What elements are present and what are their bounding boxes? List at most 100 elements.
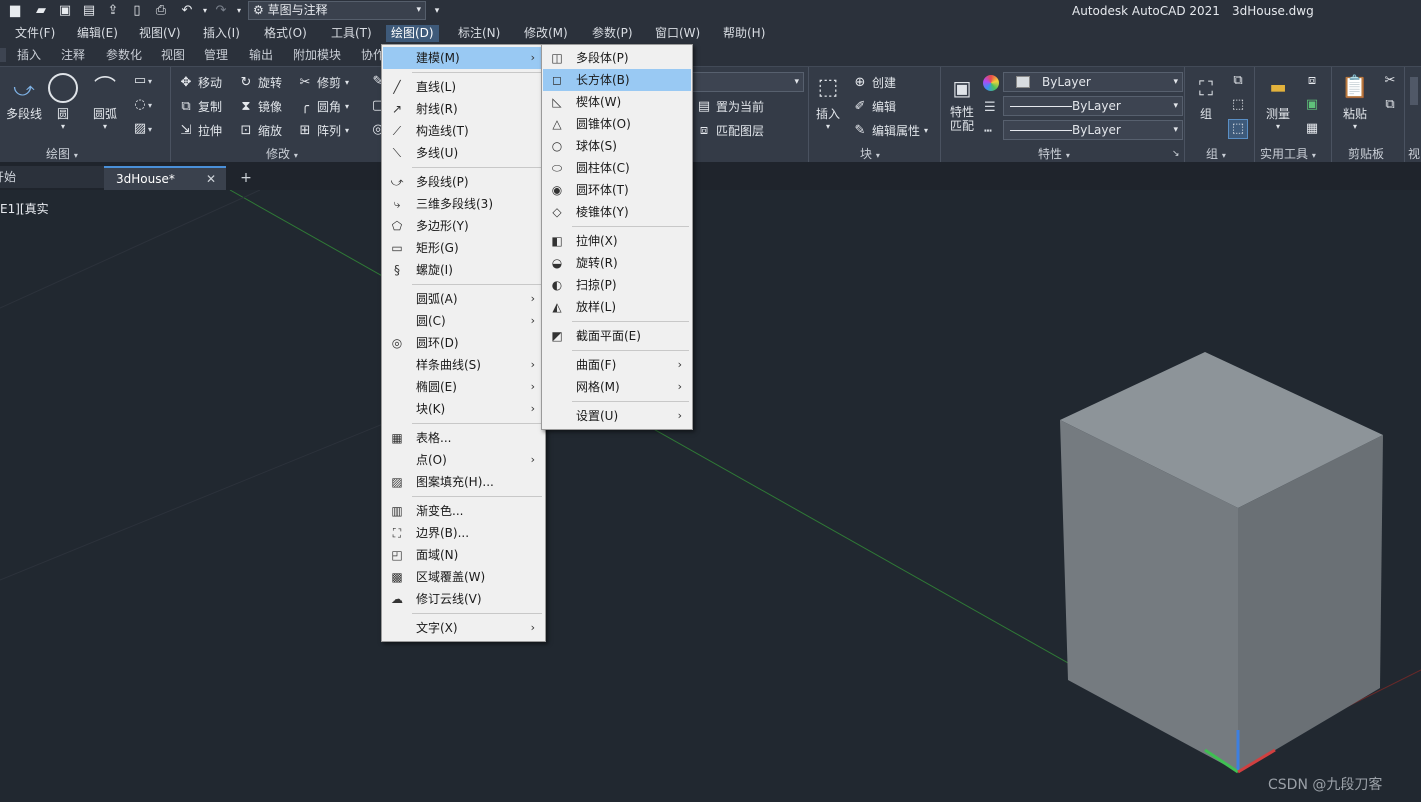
menu-item[interactable]: ╱ 直线(L) — [383, 76, 544, 98]
cut-icon[interactable]: ✂ — [1382, 73, 1398, 89]
menu-item[interactable]: 圆(C) › — [383, 310, 544, 332]
ellipse-tool[interactable]: ◌ ▾ — [132, 97, 152, 113]
rotate-button[interactable]: ↻ 旋转 — [238, 74, 282, 91]
set-current-button[interactable]: ▤ 置为当前 — [696, 98, 764, 115]
layer-dropdown[interactable]: ▾ — [690, 72, 804, 92]
menu-format[interactable]: 格式(O) — [259, 25, 312, 42]
menu-draw[interactable]: 绘图(D) — [386, 25, 439, 42]
create-block-button[interactable]: ⊕ 创建 — [852, 74, 896, 91]
menu-item[interactable]: ◉ 圆环体(T) — [543, 179, 691, 201]
tab-parametric[interactable]: 参数化 — [106, 47, 142, 64]
paste-button[interactable]: 📋 粘贴 ▾ — [1338, 71, 1372, 131]
panel-title-properties[interactable]: 特性 ▾ — [1038, 146, 1070, 162]
drawing-viewport[interactable]: E1][真实 CSDN @九段刀客 — [0, 190, 1421, 802]
menu-item[interactable]: ◒ 旋转(R) — [543, 252, 691, 274]
menu-insert[interactable]: 插入(I) — [198, 25, 245, 42]
menu-edit[interactable]: 编辑(E) — [72, 25, 123, 42]
ungroup-icon[interactable]: ⧉ — [1230, 73, 1246, 89]
properties-launcher-icon[interactable]: ↘ — [1172, 149, 1180, 159]
menu-item[interactable]: ↗ 射线(R) — [383, 98, 544, 120]
insert-block-button[interactable]: ⬚ 插入 ▾ — [812, 71, 844, 131]
calculator-icon[interactable]: ▦ — [1304, 121, 1320, 137]
menu-item[interactable]: ⤷ 三维多段线(3) — [383, 193, 544, 215]
move-button[interactable]: ✥ 移动 — [178, 74, 222, 91]
panel-title-clipboard[interactable]: 剪贴板 — [1348, 146, 1384, 162]
menu-item[interactable]: ☁ 修订云线(V) — [383, 588, 544, 610]
viewport-label[interactable]: E1][真实 — [0, 200, 49, 217]
menu-help[interactable]: 帮助(H) — [718, 25, 770, 42]
redo-icon[interactable]: ↷ — [212, 2, 230, 20]
match-properties-button[interactable]: ▣ 特性 匹配 — [946, 71, 978, 133]
menu-item[interactable]: ⟍ 多线(U) — [383, 142, 544, 164]
lineweight-dropdown[interactable]: ByLayer ▾ — [1003, 96, 1183, 116]
edit-attributes-button[interactable]: ✎ 编辑属性 ▾ — [852, 122, 928, 139]
group-select-icon[interactable]: ⬚ — [1228, 119, 1248, 139]
menu-item[interactable]: 样条曲线(S) › — [383, 354, 544, 376]
menu-item[interactable]: ⬠ 多边形(Y) — [383, 215, 544, 237]
menu-item[interactable]: 文字(X) › — [383, 617, 544, 639]
menu-item[interactable]: ▦ 表格... — [383, 427, 544, 449]
menu-view[interactable]: 视图(V) — [134, 25, 186, 42]
select-all-icon[interactable]: ▣ — [1304, 97, 1320, 113]
menu-item[interactable]: 点(O) › — [383, 449, 544, 471]
match-layer-button[interactable]: ⧈ 匹配图层 — [696, 122, 764, 139]
menu-item[interactable]: 设置(U) › — [543, 405, 691, 427]
saveas-icon[interactable]: ▤ — [80, 2, 98, 20]
menu-item[interactable]: ◇ 棱锥体(Y) — [543, 201, 691, 223]
menu-parametric[interactable]: 参数(P) — [587, 25, 638, 42]
share-icon[interactable]: ▯ — [128, 2, 146, 20]
stretch-button[interactable]: ⇲ 拉伸 — [178, 122, 222, 139]
mirror-button[interactable]: ⧗ 镜像 — [238, 98, 282, 115]
menu-item[interactable]: 网格(M) › — [543, 376, 691, 398]
tab-output[interactable]: 输出 — [249, 47, 273, 64]
group-button[interactable]: ⛶ 组 — [1190, 71, 1222, 122]
panel-title-groups[interactable]: 组 ▾ — [1206, 146, 1226, 162]
panel-title-draw[interactable]: 绘图 ▾ — [46, 146, 78, 162]
menu-item[interactable]: ⬭ 圆柱体(C) — [543, 157, 691, 179]
tab-3dhouse[interactable]: 3dHouse* ✕ — [104, 166, 226, 190]
panel-title-utilities[interactable]: 实用工具 ▾ — [1260, 146, 1316, 162]
undo-icon[interactable]: ↶ — [178, 2, 196, 20]
menu-file[interactable]: 文件(F) — [10, 25, 60, 42]
panel-title-modify[interactable]: 修改 ▾ — [266, 146, 298, 162]
tab-insert[interactable]: 插入 — [17, 47, 41, 64]
menu-item[interactable]: ○ 球体(S) — [543, 135, 691, 157]
scale-button[interactable]: ⊡ 缩放 — [238, 122, 282, 139]
panel-title-view[interactable]: 视 — [1408, 146, 1420, 162]
redo-dropdown-icon[interactable]: ▾ — [230, 2, 248, 20]
menu-item[interactable]: ▩ 区域覆盖(W) — [383, 566, 544, 588]
circle-button[interactable]: 圆 ▾ — [46, 73, 80, 131]
menu-modify[interactable]: 修改(M) — [519, 25, 573, 42]
tab-start[interactable]: 开始 — [0, 166, 104, 188]
menu-item[interactable]: 圆弧(A) › — [383, 288, 544, 310]
menu-item[interactable]: ▥ 渐变色... — [383, 500, 544, 522]
trim-button[interactable]: ✂ 修剪 ▾ — [297, 74, 349, 91]
close-icon[interactable]: ✕ — [206, 168, 216, 190]
menu-item[interactable]: ◫ 多段体(P) — [543, 47, 691, 69]
tab-addins[interactable]: 附加模块 — [293, 47, 341, 64]
color-dropdown[interactable]: ByLayer ▾ — [1003, 72, 1183, 92]
quick-select-icon[interactable]: ⧈ — [1304, 73, 1320, 89]
panel-title-block[interactable]: 块 ▾ — [860, 146, 880, 162]
menu-item[interactable]: ⤻ 多段线(P) — [383, 171, 544, 193]
menu-item[interactable]: ⟋ 构造线(T) — [383, 120, 544, 142]
menu-item[interactable]: ◧ 拉伸(X) — [543, 230, 691, 252]
copy-button[interactable]: ⧉ 复制 — [178, 98, 222, 115]
menu-window[interactable]: 窗口(W) — [650, 25, 705, 42]
ribbon-tab-home-edge[interactable] — [0, 48, 6, 62]
menu-item[interactable]: 椭圆(E) › — [383, 376, 544, 398]
array-button[interactable]: ⊞ 阵列 ▾ — [297, 122, 349, 139]
edit-block-button[interactable]: ✐ 编辑 — [852, 98, 896, 115]
menu-item[interactable]: 建模(M) › — [383, 47, 544, 69]
menu-dimension[interactable]: 标注(N) — [453, 25, 505, 42]
menu-item[interactable]: ▭ 矩形(G) — [383, 237, 544, 259]
menu-item[interactable]: ⛶ 边界(B)... — [383, 522, 544, 544]
tab-annotate[interactable]: 注释 — [61, 47, 85, 64]
workspace-selector[interactable]: ⚙ 草图与注释 ▾ — [248, 1, 426, 20]
menu-item[interactable]: ◰ 面域(N) — [383, 544, 544, 566]
menu-item[interactable]: ◩ 截面平面(E) — [543, 325, 691, 347]
menu-tools[interactable]: 工具(T) — [326, 25, 377, 42]
tab-manage[interactable]: 管理 — [204, 47, 228, 64]
fillet-button[interactable]: ╭ 圆角 ▾ — [297, 98, 349, 115]
color-wheel-icon[interactable] — [983, 75, 999, 91]
